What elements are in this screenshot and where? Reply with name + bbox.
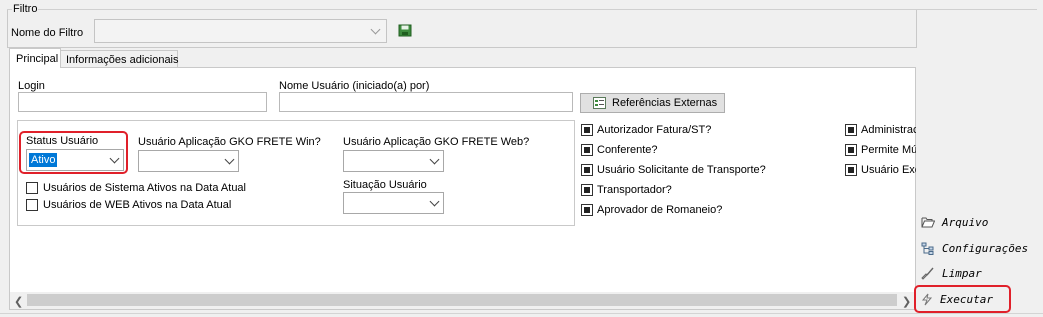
nome-usuario-input[interactable] bbox=[279, 92, 573, 112]
tab-informacoes-label: Informações adicionais bbox=[66, 54, 179, 66]
configuracoes-label: Configurações bbox=[942, 241, 1029, 255]
chevron-down-icon bbox=[109, 153, 120, 164]
chevron-down-icon bbox=[429, 154, 440, 165]
folder-open-icon bbox=[921, 217, 935, 228]
check-usuario-exe-label: Usuário Exe bbox=[861, 164, 916, 176]
app-web-label: Usuário Aplicação GKO FRETE Web? bbox=[343, 136, 530, 148]
limpar-button[interactable]: Limpar bbox=[921, 263, 982, 283]
arquivo-label: Arquivo bbox=[942, 215, 989, 229]
check-web-ativos-label: Usuários de WEB Ativos na Data Atual bbox=[43, 199, 232, 211]
situacao-usuario-combo[interactable] bbox=[343, 192, 444, 214]
referencias-externas-label: Referências Externas bbox=[612, 97, 718, 109]
checkbox-aprovador[interactable] bbox=[581, 204, 593, 216]
app-web-combo[interactable] bbox=[343, 150, 444, 172]
check-solicitante-label: Usuário Solicitante de Transporte? bbox=[597, 164, 766, 176]
checkbox-web-ativos[interactable] bbox=[26, 199, 38, 211]
checkbox-transportador[interactable] bbox=[581, 184, 593, 196]
configuracoes-button[interactable]: Configurações bbox=[921, 238, 1028, 258]
arquivo-button[interactable]: Arquivo bbox=[921, 212, 988, 232]
chevron-down-icon bbox=[224, 154, 235, 165]
check-sistema-ativos-label: Usuários de Sistema Ativos na Data Atual bbox=[43, 182, 246, 194]
save-icon bbox=[398, 24, 412, 37]
broom-icon bbox=[921, 267, 934, 280]
right-checks-clip: Administrac Permite Mú Usuário Exe bbox=[844, 122, 916, 182]
checkbox-conferente[interactable] bbox=[581, 144, 593, 156]
check-administrador-label: Administrac bbox=[861, 124, 916, 136]
status-usuario-label: Status Usuário bbox=[26, 135, 99, 147]
tab-informacoes[interactable]: Informações adicionais bbox=[60, 50, 179, 68]
settings-tree-icon bbox=[921, 242, 934, 255]
tab-principal[interactable]: Principal bbox=[9, 48, 61, 68]
referencias-externas-button[interactable]: Referências Externas bbox=[580, 93, 725, 113]
lightning-icon bbox=[921, 293, 933, 305]
check-permite-label: Permite Mú bbox=[861, 144, 916, 156]
scroll-right-icon[interactable]: ❯ bbox=[902, 295, 911, 308]
chevron-down-icon bbox=[429, 196, 440, 207]
references-icon bbox=[593, 97, 606, 109]
tab-principal-label: Principal bbox=[16, 53, 59, 65]
executar-label: Executar bbox=[940, 292, 993, 306]
save-filter-button[interactable] bbox=[398, 24, 412, 37]
app-win-combo[interactable] bbox=[138, 150, 239, 172]
situacao-usuario-label: Situação Usuário bbox=[343, 179, 427, 191]
limpar-label: Limpar bbox=[942, 266, 982, 280]
check-transportador-label: Transportador? bbox=[597, 184, 672, 196]
check-conferente-label: Conferente? bbox=[597, 144, 658, 156]
login-input[interactable] bbox=[18, 92, 267, 112]
scrollbar-thumb[interactable] bbox=[27, 294, 897, 306]
filter-name-combo[interactable] bbox=[94, 19, 387, 43]
executar-button[interactable]: Executar bbox=[921, 289, 993, 309]
login-label: Login bbox=[18, 80, 45, 92]
status-usuario-value: Ativo bbox=[29, 153, 58, 167]
status-usuario-combo[interactable]: Ativo bbox=[26, 149, 124, 171]
horizontal-scrollbar[interactable]: ❮ ❯ bbox=[10, 292, 915, 309]
nome-usuario-label: Nome Usuário (iniciado(a) por) bbox=[279, 80, 430, 92]
app-win-label: Usuário Aplicação GKO FRETE Win? bbox=[138, 136, 321, 148]
filter-name-label: Nome do Filtro bbox=[11, 27, 84, 39]
scroll-left-icon[interactable]: ❮ bbox=[14, 295, 23, 308]
checkbox-administrador[interactable] bbox=[845, 124, 857, 136]
check-aprovador-label: Aprovador de Romaneio? bbox=[597, 204, 723, 216]
checkbox-autorizador[interactable] bbox=[581, 124, 593, 136]
checkbox-usuario-exe[interactable] bbox=[845, 164, 857, 176]
check-autorizador-label: Autorizador Fatura/ST? bbox=[597, 124, 712, 136]
checkbox-permite[interactable] bbox=[845, 144, 857, 156]
bottom-divider bbox=[0, 313, 1043, 314]
tab-page-principal: Login Nome Usuário (iniciado(a) por) Ref… bbox=[9, 67, 916, 310]
checkbox-solicitante[interactable] bbox=[581, 164, 593, 176]
action-panel: Arquivo Configurações Limpar Executar bbox=[914, 18, 1041, 313]
checkbox-sistema-ativos[interactable] bbox=[26, 182, 38, 194]
chevron-down-icon bbox=[370, 24, 381, 35]
